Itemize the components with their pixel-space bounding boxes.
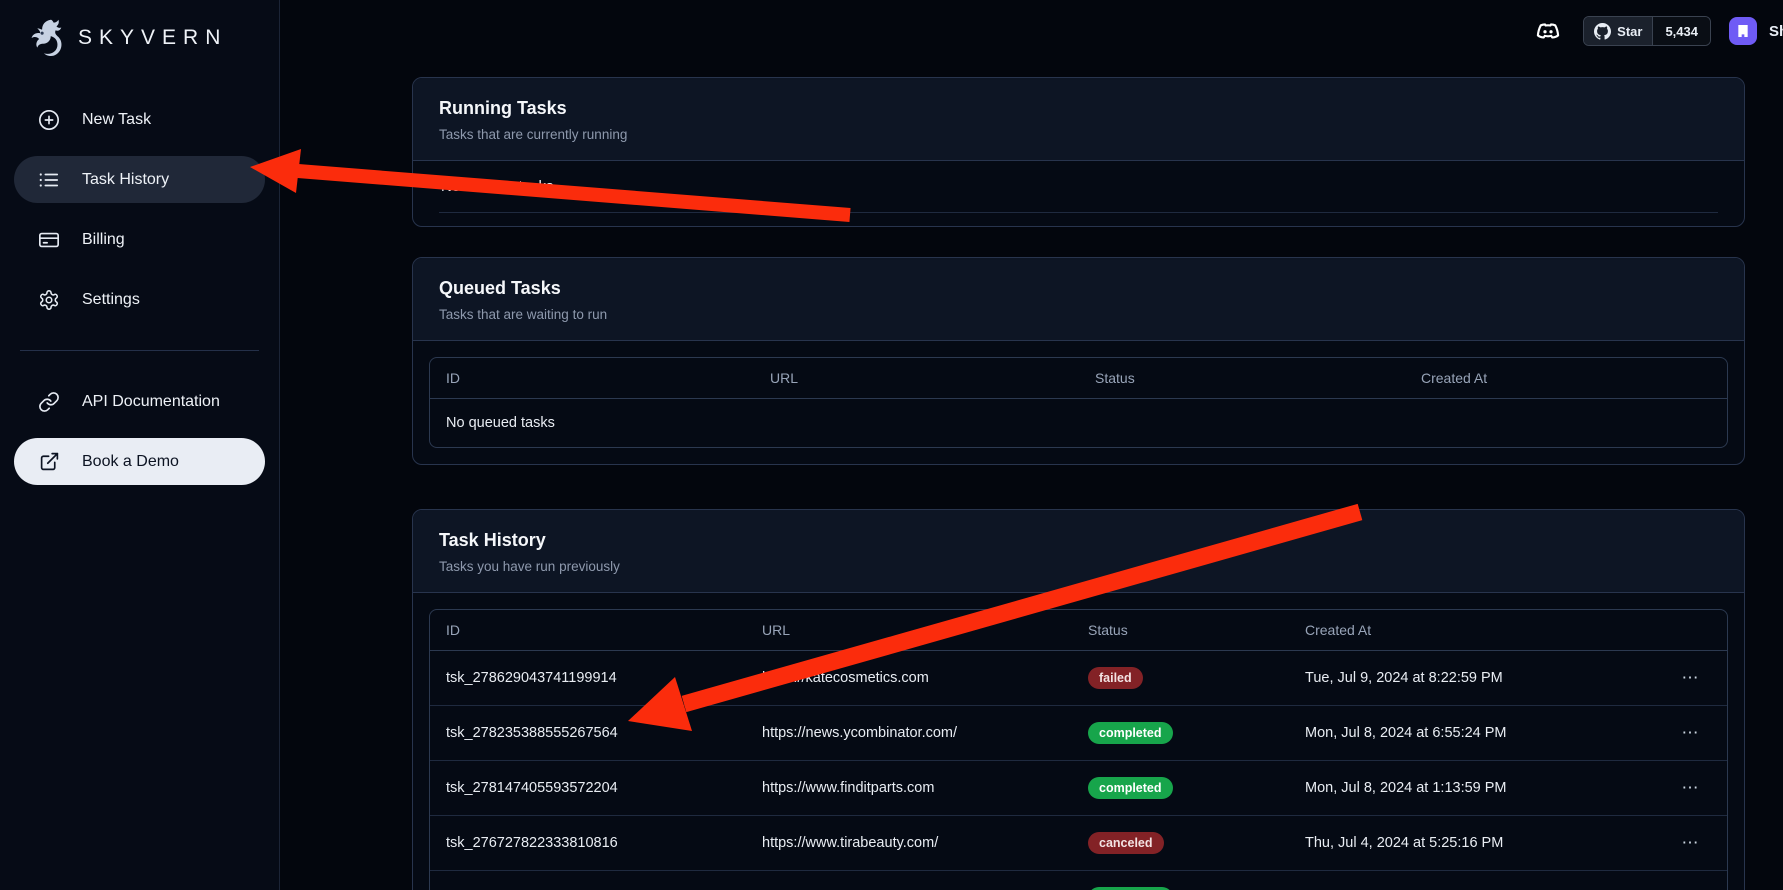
column-header-created-at: Created At [1405, 358, 1727, 398]
created-at-cell: Tue, Jul 9, 2024 at 8:22:59 PM [1289, 654, 1651, 702]
sidebar: SKYVERN New Task Task History Billing [0, 0, 280, 890]
topbar: Star 5,434 Sh [280, 0, 1783, 62]
table-row[interactable]: tsk_274180139292204058 https://www.geico… [430, 871, 1727, 890]
column-header-url: URL [754, 358, 1079, 398]
card-title: Running Tasks [439, 98, 1718, 119]
github-star-button[interactable]: Star [1584, 17, 1652, 45]
column-header-status: Status [1079, 358, 1405, 398]
task-url-cell: https://katecosmetics.com [746, 654, 1072, 702]
sidebar-item-task-history[interactable]: Task History [14, 156, 265, 203]
row-actions-button[interactable]: ⋯ [1651, 707, 1728, 759]
table-header-row: ID URL Status Created At [430, 358, 1727, 399]
status-cell: canceled [1072, 816, 1289, 870]
card-subtitle: Tasks you have run previously [439, 559, 1718, 574]
card-subtitle: Tasks that are waiting to run [439, 307, 1718, 322]
task-id-cell: tsk_278235388555267564 [430, 709, 746, 757]
task-id-cell: tsk_278629043741199914 [430, 654, 746, 702]
sidebar-item-label: Task History [82, 171, 169, 189]
external-link-icon [38, 451, 60, 473]
created-at-cell: Thu, Jun 27, 2024 at 8:38:58 PM [1289, 874, 1651, 890]
table-header-row: ID URL Status Created At [430, 610, 1727, 651]
sidebar-item-label: Book a Demo [82, 453, 179, 471]
sidebar-nav: New Task Task History Billing Settings [14, 96, 265, 485]
column-header-id: ID [430, 610, 746, 650]
github-star-widget[interactable]: Star 5,434 [1583, 16, 1711, 46]
github-star-label: Star [1617, 24, 1642, 39]
running-tasks-card: Running Tasks Tasks that are currently r… [412, 77, 1745, 227]
task-id-cell: tsk_278147405593572204 [430, 764, 746, 812]
task-url-cell: https://www.geico.com [746, 874, 1072, 890]
task-url-cell: https://www.finditparts.com [746, 764, 1072, 812]
sidebar-item-billing[interactable]: Billing [14, 216, 265, 263]
sidebar-item-api-documentation[interactable]: API Documentation [14, 378, 265, 425]
row-actions-button[interactable]: ⋯ [1651, 762, 1728, 814]
card-title: Queued Tasks [439, 278, 1718, 299]
table-row[interactable]: tsk_278629043741199914 https://katecosme… [430, 651, 1727, 706]
running-tasks-header: Running Tasks Tasks that are currently r… [413, 78, 1744, 161]
column-header-status: Status [1072, 610, 1289, 650]
empty-state-running: No running tasks [439, 161, 1718, 213]
github-icon [1594, 23, 1611, 40]
status-cell: completed [1072, 871, 1289, 890]
avatar[interactable] [1729, 17, 1757, 45]
status-badge: completed [1088, 722, 1173, 744]
column-header-url: URL [746, 610, 1072, 650]
status-cell: failed [1072, 651, 1289, 705]
task-id-cell: tsk_276727822333810816 [430, 819, 746, 867]
profile-name[interactable]: Sh [1769, 23, 1783, 40]
sidebar-item-settings[interactable]: Settings [14, 276, 265, 323]
column-header-actions [1651, 618, 1728, 642]
brand-name: SKYVERN [78, 26, 227, 50]
task-history-card: Task History Tasks you have run previous… [412, 509, 1745, 890]
sidebar-item-new-task[interactable]: New Task [14, 96, 265, 143]
column-header-id: ID [430, 358, 754, 398]
task-history-table: ID URL Status Created At tsk_27862904374… [429, 609, 1728, 890]
discord-icon[interactable] [1531, 14, 1565, 48]
row-actions-button[interactable]: ⋯ [1651, 817, 1728, 869]
queued-tasks-table: ID URL Status Created At No queued tasks [429, 357, 1728, 448]
created-at-cell: Mon, Jul 8, 2024 at 1:13:59 PM [1289, 764, 1651, 812]
status-cell: completed [1072, 706, 1289, 760]
circle-plus-icon [38, 109, 60, 131]
gear-icon [38, 289, 60, 311]
brand-logo: SKYVERN [14, 10, 265, 66]
task-history-header: Task History Tasks you have run previous… [413, 510, 1744, 593]
skyvern-dragon-icon [22, 15, 68, 61]
table-row[interactable]: tsk_276727822333810816 https://www.tirab… [430, 816, 1727, 871]
card-title: Task History [439, 530, 1718, 551]
running-tasks-body: No running tasks [413, 161, 1744, 226]
table-row[interactable]: tsk_278147405593572204 https://www.findi… [430, 761, 1727, 816]
status-badge: completed [1088, 777, 1173, 799]
column-header-created-at: Created At [1289, 610, 1651, 650]
status-badge: canceled [1088, 832, 1164, 854]
created-at-cell: Thu, Jul 4, 2024 at 5:25:16 PM [1289, 819, 1651, 867]
queued-tasks-card: Queued Tasks Tasks that are waiting to r… [412, 257, 1745, 465]
github-star-count[interactable]: 5,434 [1652, 17, 1710, 45]
status-badge: failed [1088, 667, 1143, 689]
task-id-cell: tsk_274180139292204058 [430, 874, 746, 890]
link-icon [38, 391, 60, 413]
row-actions-button[interactable]: ⋯ [1651, 652, 1728, 704]
main-content: Running Tasks Tasks that are currently r… [412, 77, 1745, 890]
table-row[interactable]: tsk_278235388555267564 https://news.ycom… [430, 706, 1727, 761]
sidebar-item-label: Settings [82, 291, 140, 309]
card-subtitle: Tasks that are currently running [439, 127, 1718, 142]
sidebar-item-label: Billing [82, 231, 125, 249]
queued-tasks-header: Queued Tasks Tasks that are waiting to r… [413, 258, 1744, 341]
row-actions-button[interactable]: ⋯ [1651, 872, 1728, 890]
empty-state-queued: No queued tasks [430, 399, 1727, 447]
table-row-empty: No queued tasks [430, 399, 1727, 447]
created-at-cell: Mon, Jul 8, 2024 at 6:55:24 PM [1289, 709, 1651, 757]
org-building-icon [1735, 23, 1751, 39]
credit-card-icon [38, 229, 60, 251]
app-window: SKYVERN New Task Task History Billing [0, 0, 1783, 890]
sidebar-item-label: API Documentation [82, 393, 220, 411]
book-a-demo-button[interactable]: Book a Demo [14, 438, 265, 485]
sidebar-item-label: New Task [82, 111, 151, 129]
task-url-cell: https://www.tirabeauty.com/ [746, 819, 1072, 867]
sidebar-divider [20, 350, 259, 351]
status-cell: completed [1072, 761, 1289, 815]
task-url-cell: https://news.ycombinator.com/ [746, 709, 1072, 757]
list-icon [38, 169, 60, 191]
